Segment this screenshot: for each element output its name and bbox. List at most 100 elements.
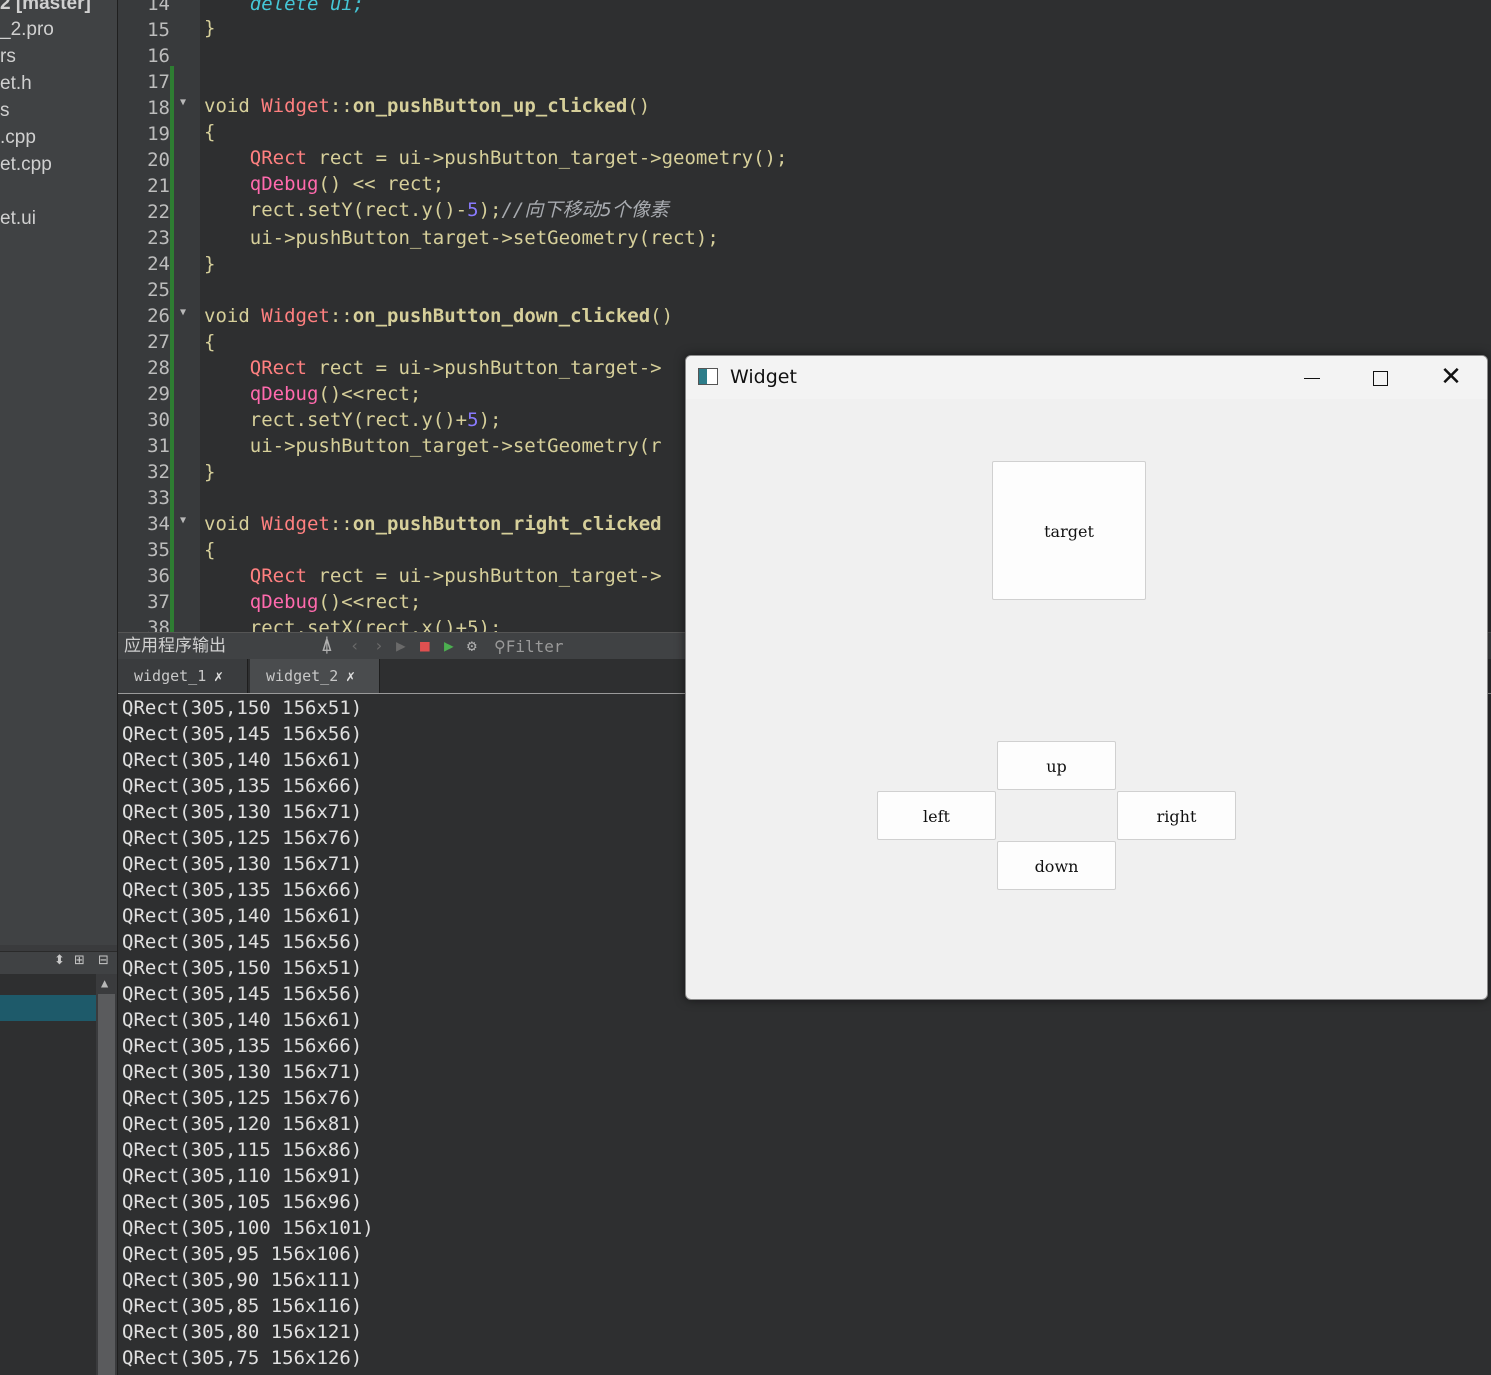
line-number: 22: [147, 201, 170, 223]
tree-item-main-cpp[interactable]: .cpp: [0, 124, 36, 151]
output-line: QRect(305,130 156x71): [122, 801, 363, 823]
code-line: qDebug()<<rect;: [249, 383, 422, 405]
prev-icon[interactable]: ‹: [350, 636, 360, 656]
app-window-icon: [698, 368, 718, 385]
output-line: QRect(305,135 156x66): [122, 775, 363, 797]
stop-icon[interactable]: ■: [420, 636, 430, 656]
output-line: QRect(305,90 156x111): [122, 1269, 363, 1291]
attach-icon[interactable]: ⍋: [322, 636, 332, 656]
split-icon[interactable]: ⊞: [74, 953, 85, 968]
line-number: 23: [147, 227, 170, 249]
output-line: QRect(305,120 156x81): [122, 1113, 363, 1135]
scrollbar[interactable]: ▲: [96, 974, 117, 1375]
line-number: 18: [147, 97, 170, 119]
line-number: 21: [147, 175, 170, 197]
close-tab-icon[interactable]: ✗: [214, 659, 223, 693]
close-tab-icon[interactable]: ✗: [346, 659, 355, 693]
run-icon[interactable]: ▶: [396, 636, 406, 656]
updown-icon[interactable]: ⬍: [54, 953, 65, 968]
output-line: QRect(305,125 156x76): [122, 1087, 363, 1109]
line-number: 37: [147, 591, 170, 613]
output-line: QRect(305,140 156x61): [122, 905, 363, 927]
tree-item-project[interactable]: 2 [master]: [0, 0, 91, 17]
window-titlebar[interactable]: Widget ✕: [686, 356, 1487, 399]
output-line: QRect(305,75 156x126): [122, 1347, 363, 1369]
down-button[interactable]: down: [997, 841, 1116, 890]
fold-arrow-icon[interactable]: ▼: [180, 97, 186, 108]
line-number: 17: [147, 71, 170, 93]
up-button[interactable]: up: [997, 741, 1116, 790]
output-line: QRect(305,135 156x66): [122, 1035, 363, 1057]
line-number: 24: [147, 253, 170, 275]
output-line: QRect(305,130 156x71): [122, 853, 363, 875]
code-line: }: [204, 17, 216, 39]
maximize-button[interactable]: [1350, 356, 1410, 399]
output-line: QRect(305,145 156x56): [122, 723, 363, 745]
tree-item-widget-cpp[interactable]: et.cpp: [0, 151, 52, 178]
output-line: QRect(305,125 156x76): [122, 827, 363, 849]
code-line: rect.setY(rect.y()-5);//向下移动5个像素: [204, 199, 669, 221]
scroll-up-icon[interactable]: ▲: [101, 976, 108, 990]
maximize-icon: [1372, 371, 1388, 386]
code-line: }: [204, 461, 216, 483]
window-title: Widget: [730, 366, 797, 388]
minimize-button[interactable]: [1282, 356, 1342, 399]
tree-item-pro-file[interactable]: _2.pro: [0, 16, 54, 43]
output-line: QRect(305,105 156x96): [122, 1191, 363, 1213]
tree-item-header-file[interactable]: et.h: [0, 70, 32, 97]
output-line: QRect(305,95 156x106): [122, 1243, 363, 1265]
scrollbar-thumb[interactable]: [98, 994, 115, 1375]
next-icon[interactable]: ›: [374, 636, 384, 656]
output-line: QRect(305,110 156x91): [122, 1165, 363, 1187]
fold-arrow-icon[interactable]: ▼: [180, 307, 186, 318]
tab-widget-2[interactable]: widget_2 ✗: [250, 659, 380, 693]
widget-window[interactable]: Widget ✕ target up left right down: [685, 355, 1488, 1000]
line-number: 25: [147, 279, 170, 301]
output-line: QRect(305,150 156x51): [122, 697, 363, 719]
output-pane-title: 应用程序输出: [124, 636, 226, 656]
fold-arrow-icon[interactable]: ▼: [180, 515, 186, 526]
close-pane-icon[interactable]: ⊟: [98, 953, 109, 968]
left-button[interactable]: left: [877, 791, 996, 840]
line-number: 38: [147, 617, 170, 632]
open-documents-list[interactable]: [0, 974, 96, 1375]
minimize-icon: [1304, 378, 1320, 379]
code-line: rect.setY(rect.y()+5);: [204, 409, 502, 431]
code-line: qDebug()<<rect;: [249, 591, 422, 613]
search-icon: ⚲: [494, 637, 506, 656]
code-line: rect.setX(rect.x()+5);: [204, 617, 502, 632]
project-tree: 2 [master] _2.pro rs et.h s .cpp et.cpp …: [0, 0, 117, 945]
code-line: void Widget::on_pushButton_right_clicked: [204, 513, 662, 535]
selected-document-row[interactable]: [0, 995, 96, 1021]
code-line: void Widget::on_pushButton_down_clicked(…: [204, 305, 674, 327]
line-number: 28: [147, 357, 170, 379]
open-documents-pane: ⬍ ⊞ ⊟ ▲: [0, 945, 117, 1375]
output-line: QRect(305,115 156x86): [122, 1139, 363, 1161]
line-number: 27: [147, 331, 170, 353]
tab-widget-1[interactable]: widget_1 ✗: [118, 659, 248, 693]
line-number: 16: [147, 45, 170, 67]
line-number: 35: [147, 539, 170, 561]
settings-icon[interactable]: ⚙: [467, 636, 477, 656]
code-line: {: [204, 539, 216, 561]
close-icon: ✕: [1440, 362, 1462, 392]
line-number: 30: [147, 409, 170, 431]
line-number: 36: [147, 565, 170, 587]
output-line: QRect(305,80 156x121): [122, 1321, 363, 1343]
output-line: QRect(305,135 156x66): [122, 879, 363, 901]
output-line: QRect(305,100 156x101): [122, 1217, 374, 1239]
filter-input[interactable]: ⚲Filter: [494, 633, 564, 660]
output-line: QRect(305,140 156x61): [122, 749, 363, 771]
line-number: 32: [147, 461, 170, 483]
code-line: void Widget::on_pushButton_up_clicked(): [204, 95, 651, 117]
line-number: 34: [147, 513, 170, 535]
tree-item-sources-folder[interactable]: s: [0, 97, 10, 124]
debug-run-icon[interactable]: ▶: [444, 636, 454, 656]
target-button[interactable]: target: [992, 461, 1146, 600]
line-number: 14: [147, 0, 170, 15]
tree-item-headers-folder[interactable]: rs: [0, 43, 16, 70]
code-line: {: [204, 331, 216, 353]
tree-item-widget-ui[interactable]: et.ui: [0, 205, 36, 232]
close-button[interactable]: ✕: [1421, 356, 1481, 399]
right-button[interactable]: right: [1117, 791, 1236, 840]
